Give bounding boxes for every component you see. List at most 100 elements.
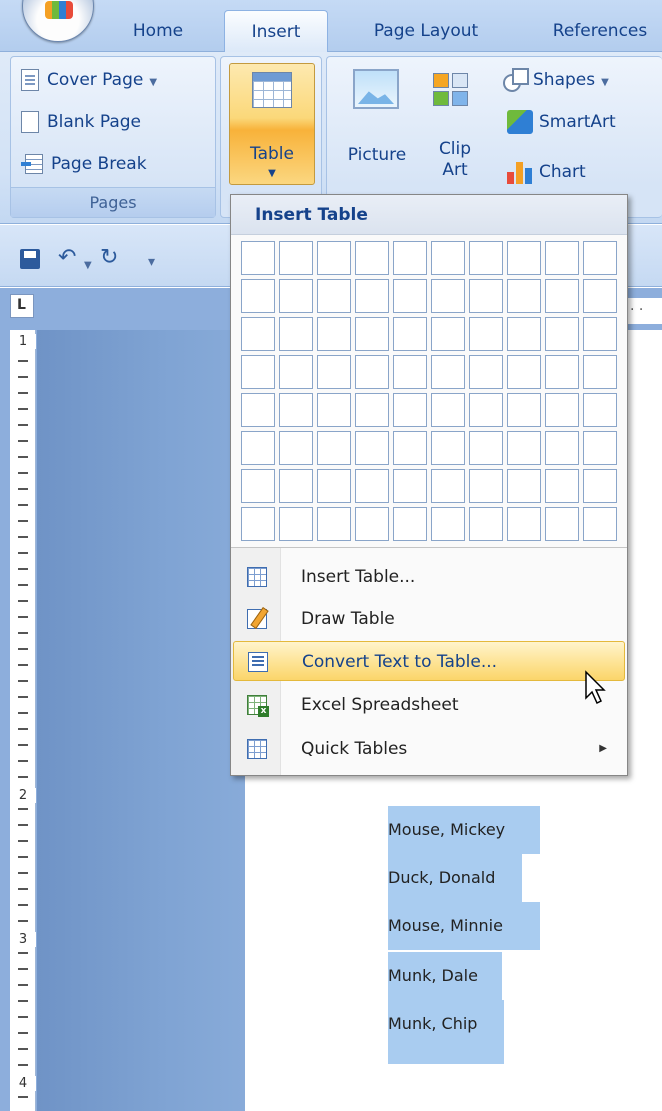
grid-cell[interactable] [583, 317, 617, 351]
grid-cell[interactable] [279, 431, 313, 465]
menu-item-excel-spreadsheet[interactable]: Excel Spreadsheet [233, 685, 625, 725]
grid-cell[interactable] [355, 279, 389, 313]
grid-cell[interactable] [431, 507, 465, 541]
grid-cell[interactable] [241, 469, 275, 503]
menu-item-insert-table[interactable]: Insert Table... [233, 557, 625, 597]
grid-cell[interactable] [393, 393, 427, 427]
grid-cell[interactable] [241, 431, 275, 465]
grid-cell[interactable] [317, 469, 351, 503]
grid-cell[interactable] [317, 507, 351, 541]
grid-cell[interactable] [583, 241, 617, 275]
grid-cell[interactable] [545, 279, 579, 313]
grid-cell[interactable] [583, 355, 617, 389]
grid-cell[interactable] [545, 355, 579, 389]
grid-cell[interactable] [355, 507, 389, 541]
grid-cell[interactable] [279, 317, 313, 351]
grid-cell[interactable] [279, 279, 313, 313]
grid-cell[interactable] [431, 317, 465, 351]
grid-cell[interactable] [393, 317, 427, 351]
tab-selector[interactable] [10, 294, 34, 318]
chevron-down-icon[interactable]: ▼ [84, 255, 92, 277]
selected-text-line[interactable]: Mouse, Minnie [388, 902, 540, 950]
grid-cell[interactable] [241, 279, 275, 313]
grid-cell[interactable] [545, 431, 579, 465]
grid-cell[interactable] [355, 355, 389, 389]
grid-cell[interactable] [355, 431, 389, 465]
cover-page-button[interactable]: Cover Page ▼ [21, 63, 157, 97]
grid-cell[interactable] [241, 241, 275, 275]
grid-cell[interactable] [545, 393, 579, 427]
blank-page-button[interactable]: Blank Page [21, 105, 141, 139]
grid-cell[interactable] [583, 279, 617, 313]
grid-cell[interactable] [431, 241, 465, 275]
customize-toolbar-icon[interactable]: ▾ [148, 251, 155, 273]
grid-cell[interactable] [431, 393, 465, 427]
office-button[interactable] [22, 0, 94, 42]
grid-cell[interactable] [583, 469, 617, 503]
grid-cell[interactable] [279, 507, 313, 541]
grid-cell[interactable] [469, 469, 503, 503]
smartart-button[interactable]: SmartArt [507, 105, 616, 139]
grid-cell[interactable] [469, 355, 503, 389]
grid-cell[interactable] [317, 279, 351, 313]
grid-cell[interactable] [507, 355, 541, 389]
grid-cell[interactable] [583, 431, 617, 465]
clip-art-button[interactable]: Clip Art [425, 63, 485, 185]
grid-cell[interactable] [393, 431, 427, 465]
grid-cell[interactable] [431, 469, 465, 503]
grid-cell[interactable] [317, 317, 351, 351]
grid-cell[interactable] [507, 507, 541, 541]
grid-cell[interactable] [279, 241, 313, 275]
grid-cell[interactable] [431, 355, 465, 389]
grid-cell[interactable] [469, 317, 503, 351]
grid-cell[interactable] [469, 393, 503, 427]
selected-text-line[interactable]: Munk, Dale [388, 952, 502, 1000]
grid-cell[interactable] [469, 431, 503, 465]
grid-cell[interactable] [545, 469, 579, 503]
grid-cell[interactable] [241, 317, 275, 351]
grid-cell[interactable] [393, 241, 427, 275]
grid-cell[interactable] [241, 507, 275, 541]
tab-insert[interactable]: Insert [224, 10, 328, 53]
grid-cell[interactable] [279, 355, 313, 389]
grid-cell[interactable] [469, 507, 503, 541]
grid-cell[interactable] [393, 279, 427, 313]
selected-text-line[interactable]: Mouse, Mickey [388, 806, 540, 854]
grid-cell[interactable] [355, 393, 389, 427]
grid-cell[interactable] [507, 431, 541, 465]
tab-home[interactable]: Home [108, 10, 208, 52]
selected-text-line[interactable]: Duck, Donald [388, 854, 522, 902]
grid-cell[interactable] [355, 241, 389, 275]
page-break-button[interactable]: Page Break [21, 147, 147, 181]
undo-icon[interactable]: ↶ [58, 247, 76, 269]
grid-cell[interactable] [393, 507, 427, 541]
grid-cell[interactable] [317, 431, 351, 465]
chart-button[interactable]: Chart [507, 155, 586, 189]
grid-cell[interactable] [241, 393, 275, 427]
grid-cell[interactable] [545, 317, 579, 351]
grid-cell[interactable] [355, 317, 389, 351]
menu-item-draw-table[interactable]: Draw Table [233, 599, 625, 639]
grid-cell[interactable] [583, 393, 617, 427]
shapes-button[interactable]: Shapes ▼ [503, 63, 609, 97]
grid-cell[interactable] [279, 469, 313, 503]
grid-cell[interactable] [469, 241, 503, 275]
grid-cell[interactable] [431, 431, 465, 465]
grid-cell[interactable] [317, 355, 351, 389]
save-icon[interactable] [20, 249, 40, 269]
grid-cell[interactable] [431, 279, 465, 313]
tab-references[interactable]: References [530, 10, 662, 52]
menu-item-quick-tables[interactable]: Quick Tables ▶ [233, 729, 625, 769]
grid-cell[interactable] [393, 469, 427, 503]
grid-cell[interactable] [241, 355, 275, 389]
menu-item-convert-text-to-table[interactable]: Convert Text to Table... [233, 641, 625, 681]
grid-cell[interactable] [469, 279, 503, 313]
grid-cell[interactable] [507, 469, 541, 503]
tab-page-layout[interactable]: Page Layout [340, 10, 512, 52]
grid-cell[interactable] [507, 317, 541, 351]
grid-cell[interactable] [317, 393, 351, 427]
grid-cell[interactable] [355, 469, 389, 503]
grid-cell[interactable] [317, 241, 351, 275]
selected-text-line[interactable]: Munk, Chip [388, 1000, 504, 1064]
table-button[interactable]: Table ▼ [229, 63, 315, 185]
